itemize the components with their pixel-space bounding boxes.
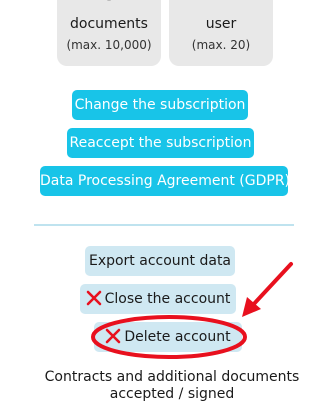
change-subscription-button[interactable]: Change the subscription: [72, 90, 248, 120]
documents-max: (max. 10,000): [66, 38, 152, 52]
delete-account-label: Delete account: [124, 329, 231, 345]
users-label: user: [205, 16, 237, 32]
reaccept-subscription-button[interactable]: Reaccept the subscription: [67, 128, 254, 158]
close-account-button[interactable]: Close the account: [80, 284, 236, 314]
signed-documents-heading: Contracts and additional documents accep…: [0, 369, 332, 403]
export-account-data-button[interactable]: Export account data: [85, 246, 235, 276]
documents-stat-card: 0 documents (max. 10,000): [57, 0, 161, 66]
account-settings-page: 0 documents (max. 10,000) 1 user (max. 2…: [0, 0, 332, 408]
users-count: 1: [169, 0, 273, 6]
section-divider: [34, 224, 294, 226]
users-max: (max. 20): [191, 38, 251, 52]
close-account-label: Close the account: [104, 291, 231, 307]
documents-label: documents: [70, 16, 148, 32]
dpa-gdpr-button[interactable]: Data Processing Agreement (GDPR): [40, 166, 290, 196]
annotation-arrow-head: [242, 297, 261, 317]
signed-documents-line1: Contracts and additional documents: [44, 369, 300, 385]
annotation-arrow-shaft: [250, 262, 293, 308]
cross-icon: [106, 328, 121, 344]
documents-count: 0: [57, 0, 161, 6]
signed-documents-line2: accepted / signed: [109, 386, 235, 402]
delete-account-button[interactable]: Delete account: [94, 322, 242, 352]
users-stat-card: 1 user (max. 20): [169, 0, 273, 66]
cross-icon: [86, 290, 101, 306]
